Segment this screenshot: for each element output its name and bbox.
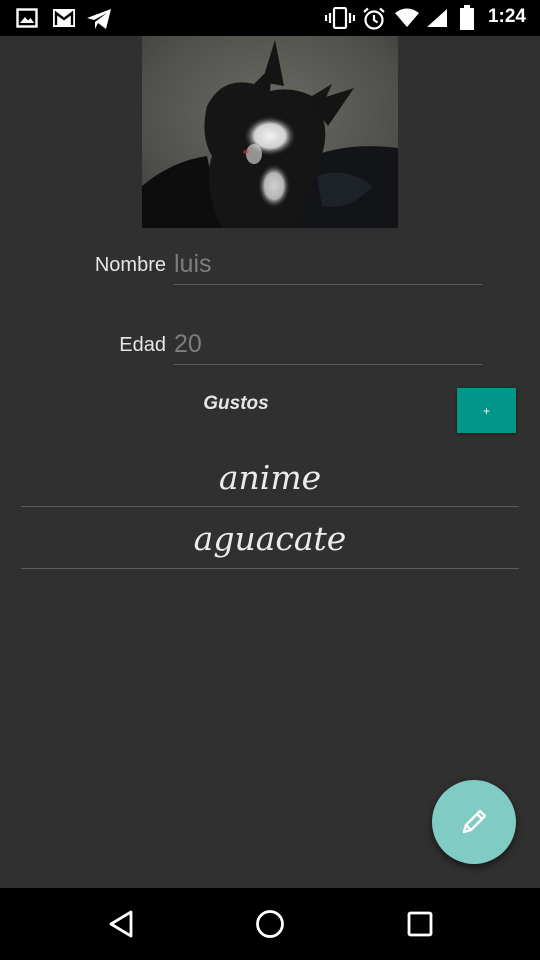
- gmail-icon: [53, 9, 75, 27]
- telegram-icon: [87, 9, 111, 29]
- navigation-bar: [0, 888, 540, 960]
- alarm-icon: [363, 7, 385, 30]
- likes-list: anime aguacate: [21, 446, 519, 569]
- recents-icon[interactable]: [402, 906, 438, 942]
- vibrate-icon: [325, 7, 355, 29]
- age-input[interactable]: [174, 324, 482, 365]
- signal-icon: [427, 9, 447, 27]
- status-time: 1:24: [487, 6, 526, 27]
- list-item[interactable]: anime: [21, 446, 519, 507]
- wifi-icon: [395, 8, 419, 27]
- home-icon[interactable]: [252, 906, 288, 942]
- age-label: Edad: [119, 334, 166, 356]
- pencil-icon: [462, 809, 487, 834]
- back-icon[interactable]: [103, 906, 139, 942]
- cat-photo-image: [142, 36, 398, 228]
- name-input[interactable]: [174, 244, 482, 285]
- status-bar: 1:24: [0, 0, 540, 36]
- edit-fab-button[interactable]: [432, 780, 516, 864]
- likes-title: Gustos: [203, 393, 269, 414]
- image-icon: [16, 8, 38, 28]
- battery-icon: [460, 5, 474, 30]
- name-label: Nombre: [94, 254, 166, 276]
- screen: 1:24 Nombre luis Edad 20 Gustos + anime …: [0, 0, 540, 960]
- profile-photo[interactable]: [142, 36, 398, 228]
- list-item[interactable]: aguacate: [21, 507, 519, 569]
- add-like-button[interactable]: +: [457, 388, 516, 433]
